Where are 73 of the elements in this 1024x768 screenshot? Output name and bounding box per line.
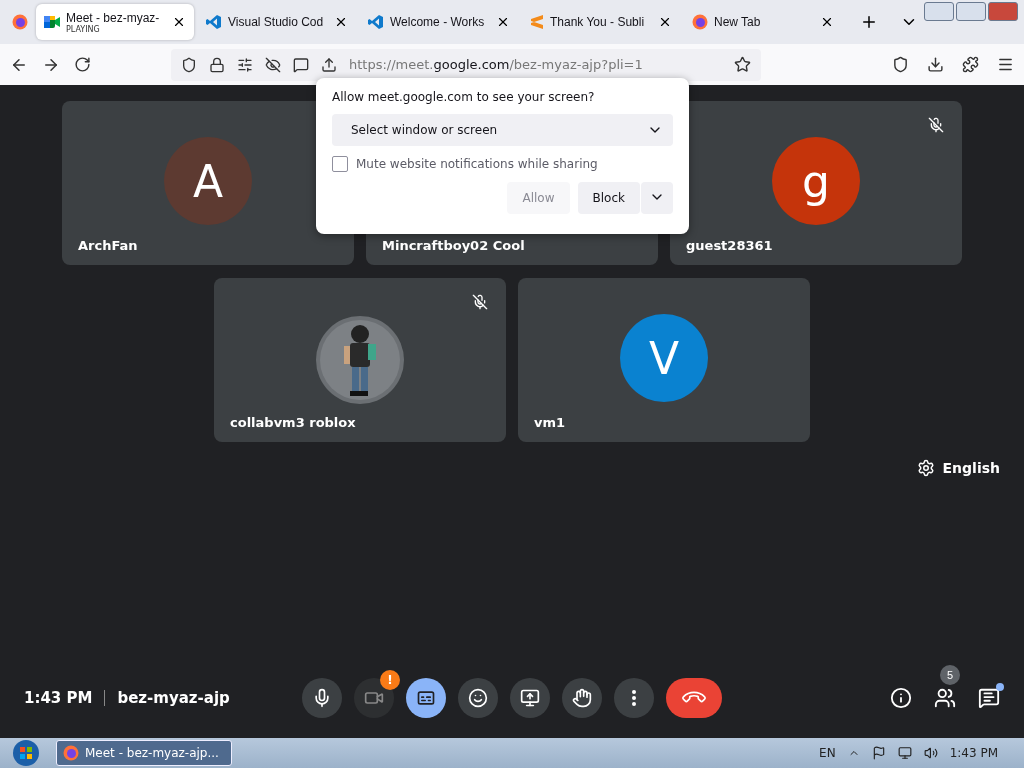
language-indicator[interactable]: EN (819, 746, 836, 760)
more-options-button[interactable] (614, 678, 654, 718)
menu-icon[interactable] (997, 56, 1014, 73)
new-tab-icon[interactable] (860, 13, 878, 31)
browser-tab[interactable]: New Tab (684, 4, 842, 40)
url-text: https://meet.google.com/bez-myaz-ajp?pli=1 (349, 57, 644, 72)
browser-tab[interactable]: Visual Studio Cod (198, 4, 356, 40)
emoji-button[interactable] (458, 678, 498, 718)
participant-name: collabvm3 roblox (230, 415, 356, 430)
close-icon[interactable] (334, 15, 348, 29)
reload-icon[interactable] (74, 56, 91, 73)
dialog-title: Allow meet.google.com to see your screen? (332, 90, 596, 104)
captions-icon (416, 688, 436, 708)
taskbar-clock[interactable]: 1:43 PM (949, 746, 998, 760)
browser-tab[interactable]: Meet - bez-myaz- PLAYING (36, 4, 194, 40)
download-icon[interactable] (927, 56, 944, 73)
close-icon[interactable] (820, 15, 834, 29)
more-icon (632, 690, 636, 706)
maximize-button[interactable] (956, 2, 986, 21)
close-icon[interactable] (658, 15, 672, 29)
participant-name: ArchFan (78, 238, 138, 253)
share-screen-icon (321, 56, 337, 73)
browser-logo-icon (63, 745, 79, 761)
close-icon[interactable] (496, 15, 510, 29)
permissions-icon (237, 56, 253, 73)
checkbox[interactable] (332, 156, 348, 172)
avatar: V (620, 314, 708, 402)
participant-name: Mincraftboy02 Cool (382, 238, 525, 253)
shield-icon (181, 56, 197, 73)
emoji-icon (468, 688, 488, 708)
flag-icon[interactable] (871, 746, 886, 760)
video-camera-icon (44, 15, 60, 29)
volume-icon[interactable] (923, 746, 938, 760)
participant-name: guest28361 (686, 238, 773, 253)
avatar: A (164, 137, 252, 225)
leave-call-button[interactable] (666, 678, 722, 718)
browser-logo-icon (692, 14, 708, 30)
taskbar-item[interactable]: Meet - bez-myaz-ajp... (56, 740, 232, 766)
bookmark-icon[interactable] (734, 56, 751, 73)
clock-text: 1:43 PM (24, 689, 93, 707)
present-button[interactable] (510, 678, 550, 718)
block-button[interactable]: Block (577, 182, 640, 214)
address-bar[interactable]: https://meet.google.com/bez-myaz-ajp?pli=1 (171, 48, 761, 81)
captions-button[interactable] (406, 678, 446, 718)
eye-off-icon (265, 56, 281, 73)
close-icon[interactable] (172, 15, 186, 29)
people-count: 5 (940, 665, 960, 685)
code-editor-icon (206, 14, 222, 30)
avatar: g (772, 137, 860, 225)
lock-icon (209, 56, 225, 73)
browser-tab[interactable]: Welcome - Works (360, 4, 518, 40)
warning-badge: ! (380, 670, 400, 690)
notification-icon (293, 56, 309, 73)
participant-name: vm1 (534, 415, 566, 430)
hand-icon (572, 688, 592, 708)
microphone-button[interactable] (302, 678, 342, 718)
settings-icon (916, 459, 935, 477)
minimize-button[interactable] (924, 2, 954, 21)
captions-language[interactable]: English (916, 459, 1000, 477)
code-editor-icon (368, 14, 384, 30)
meeting-code: bez-myaz-ajp (117, 689, 230, 707)
raise-hand-button[interactable] (562, 678, 602, 718)
extensions-icon[interactable] (962, 56, 979, 73)
editor-icon (530, 14, 544, 30)
browser-logo-icon (12, 14, 28, 30)
microphone-icon (312, 688, 332, 708)
present-screen-icon (520, 688, 540, 708)
camera-button[interactable] (354, 678, 394, 718)
block-options-button[interactable] (641, 182, 673, 214)
meeting-info-button[interactable] (890, 687, 912, 709)
window-select[interactable]: Select window or screen (332, 114, 673, 146)
browser-tab[interactable]: Thank You - Subli (522, 4, 680, 40)
checkbox-label: Mute website notifications while sharing (356, 157, 598, 171)
